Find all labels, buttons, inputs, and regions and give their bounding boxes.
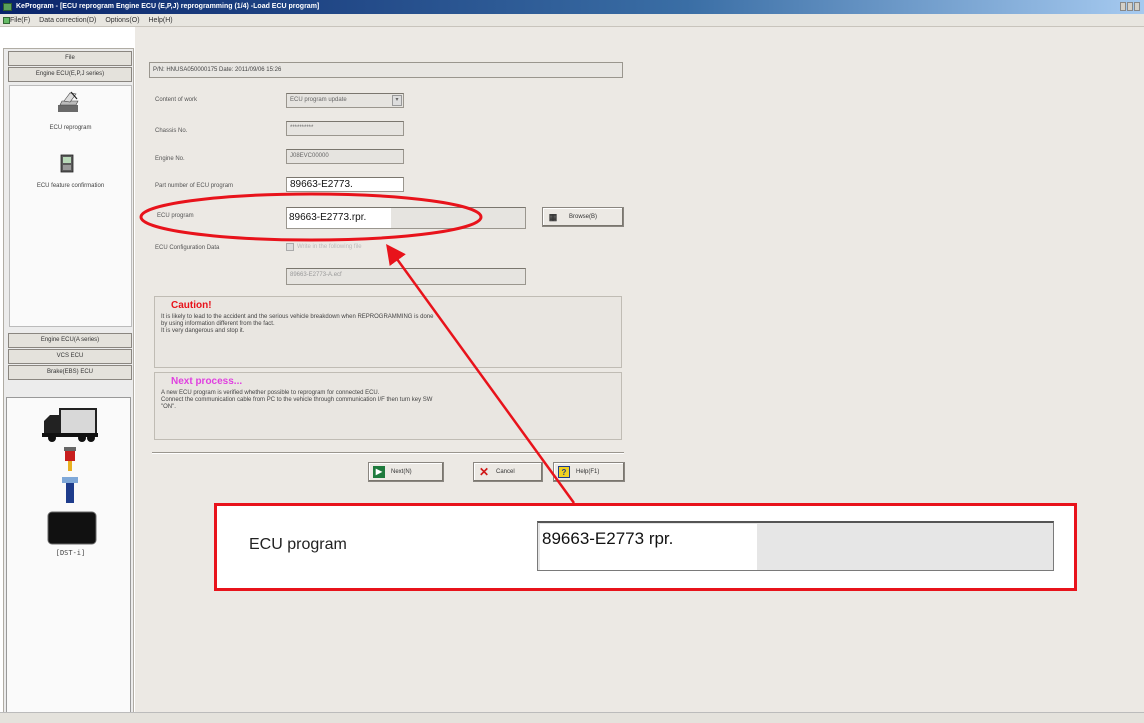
engine-label: Engine No.: [155, 156, 185, 162]
help-button[interactable]: ? Help(F1): [553, 462, 625, 482]
close-button[interactable]: [1134, 2, 1140, 11]
menu-bar: File(F) Data correction(D) Options(O) He…: [0, 14, 1144, 27]
cancel-button-label: Cancel: [496, 469, 515, 475]
next-process-line-2: Connect the communication cable from PC …: [161, 397, 433, 403]
next-process-line-1: A new ECU program is verified whether po…: [161, 390, 380, 396]
config-check-label: Write in the following file: [297, 244, 362, 250]
menu-help[interactable]: Help(H): [149, 17, 173, 24]
engine-field[interactable]: J08EVC00000: [286, 149, 404, 164]
connector-red-icon: [64, 447, 76, 471]
next-process-box: Next process... A new ECU program is ver…: [154, 372, 622, 440]
menu-data-correction[interactable]: Data correction(D): [39, 17, 96, 24]
separator: [152, 452, 624, 454]
next-button[interactable]: ▶ Next(N): [368, 462, 444, 482]
device-label: [DST-i]: [55, 549, 86, 557]
content-of-work-label: Content of work: [155, 97, 198, 103]
ecu-feature-icon[interactable]: [58, 153, 78, 175]
caution-line-1: It is likely to lead to the accident and…: [161, 314, 434, 320]
caution-box: Caution! It is likely to lead to the acc…: [154, 296, 622, 368]
sidebar-engine-ecu-a-button[interactable]: Engine ECU(A series): [8, 333, 132, 348]
help-button-label: Help(F1): [576, 469, 600, 475]
pn-date-field: P/N: HNUSA050000175 Date: 2011/09/06 15:…: [149, 62, 623, 78]
chevron-down-icon[interactable]: ▾: [392, 95, 402, 106]
arrow-right-icon: ▶: [373, 466, 385, 478]
sidebar-file-button[interactable]: File: [8, 51, 132, 66]
ecu-program-label: ECU program: [157, 213, 194, 219]
zoom-value: 89663-E2773 rpr.: [540, 524, 757, 570]
config-file-field[interactable]: 89663-E2773-A.ecf: [286, 268, 526, 285]
sidebar-item-ecu-reprogram[interactable]: ECU reprogram: [9, 125, 132, 131]
next-process-line-3: "ON".: [161, 404, 176, 410]
ecu-program-field[interactable]: 89663-E2773.rpr.: [286, 207, 526, 229]
next-process-title: Next process...: [171, 376, 243, 387]
ecu-reprogram-icon[interactable]: [56, 91, 82, 115]
close-icon: ✕: [478, 465, 490, 479]
sidebar-vcs-ecu-button[interactable]: VCS ECU: [8, 349, 132, 364]
sidebar: File Engine ECU(E,P,J series) ECU reprog…: [3, 48, 134, 718]
help-icon: ?: [558, 466, 570, 478]
browse-button[interactable]: ▦ Browse(B): [542, 207, 624, 227]
content-of-work-value: ECU program update: [290, 97, 347, 103]
sidebar-tool-list: [9, 85, 132, 327]
zoom-label: ECU program: [249, 536, 347, 553]
browse-button-label: Browse(B): [569, 214, 598, 220]
truck-icon: [42, 408, 98, 442]
chassis-field[interactable]: **********: [286, 121, 404, 136]
content-of-work-select[interactable]: ECU program update ▾: [286, 93, 404, 108]
browse-icon: ▦: [548, 212, 558, 222]
caution-line-2: by using information different from the …: [161, 321, 275, 327]
config-label: ECU Configuration Data: [155, 245, 220, 251]
restore-button[interactable]: [1127, 2, 1133, 11]
caution-line-3: It is very dangerous and stop it.: [161, 328, 245, 334]
menu-options[interactable]: Options(O): [105, 17, 139, 24]
cancel-button[interactable]: ✕ Cancel: [473, 462, 543, 482]
part-number-label: Part number of ECU program: [155, 183, 234, 189]
window-controls: [1119, 2, 1140, 13]
minimize-button[interactable]: [1120, 2, 1126, 11]
menu-app-icon: [3, 17, 10, 24]
dst-i-device-icon: [47, 511, 97, 545]
next-button-label: Next(N): [391, 469, 412, 475]
sidebar-engine-ecu-epj-button[interactable]: Engine ECU(E,P,J series): [8, 67, 132, 82]
chassis-label: Chassis No.: [155, 128, 188, 134]
sidebar-brake-ecu-button[interactable]: Brake(EBS) ECU: [8, 365, 132, 380]
part-number-field[interactable]: 89663-E2773.: [286, 177, 404, 192]
status-bar: [0, 712, 1144, 723]
sidebar-item-ecu-feature-confirmation[interactable]: ECU feature confirmation: [9, 183, 132, 189]
config-checkbox[interactable]: [286, 243, 294, 251]
window-title: KeProgram - [ECU reprogram Engine ECU (E…: [16, 3, 320, 10]
menu-file[interactable]: File(F): [10, 17, 30, 24]
ecu-program-value: 89663-E2773.rpr.: [287, 208, 391, 228]
app-icon: [3, 3, 12, 11]
connector-blue-icon: [62, 477, 78, 503]
window-title-bar: KeProgram - [ECU reprogram Engine ECU (E…: [0, 0, 1144, 14]
caution-title: Caution!: [171, 300, 212, 311]
